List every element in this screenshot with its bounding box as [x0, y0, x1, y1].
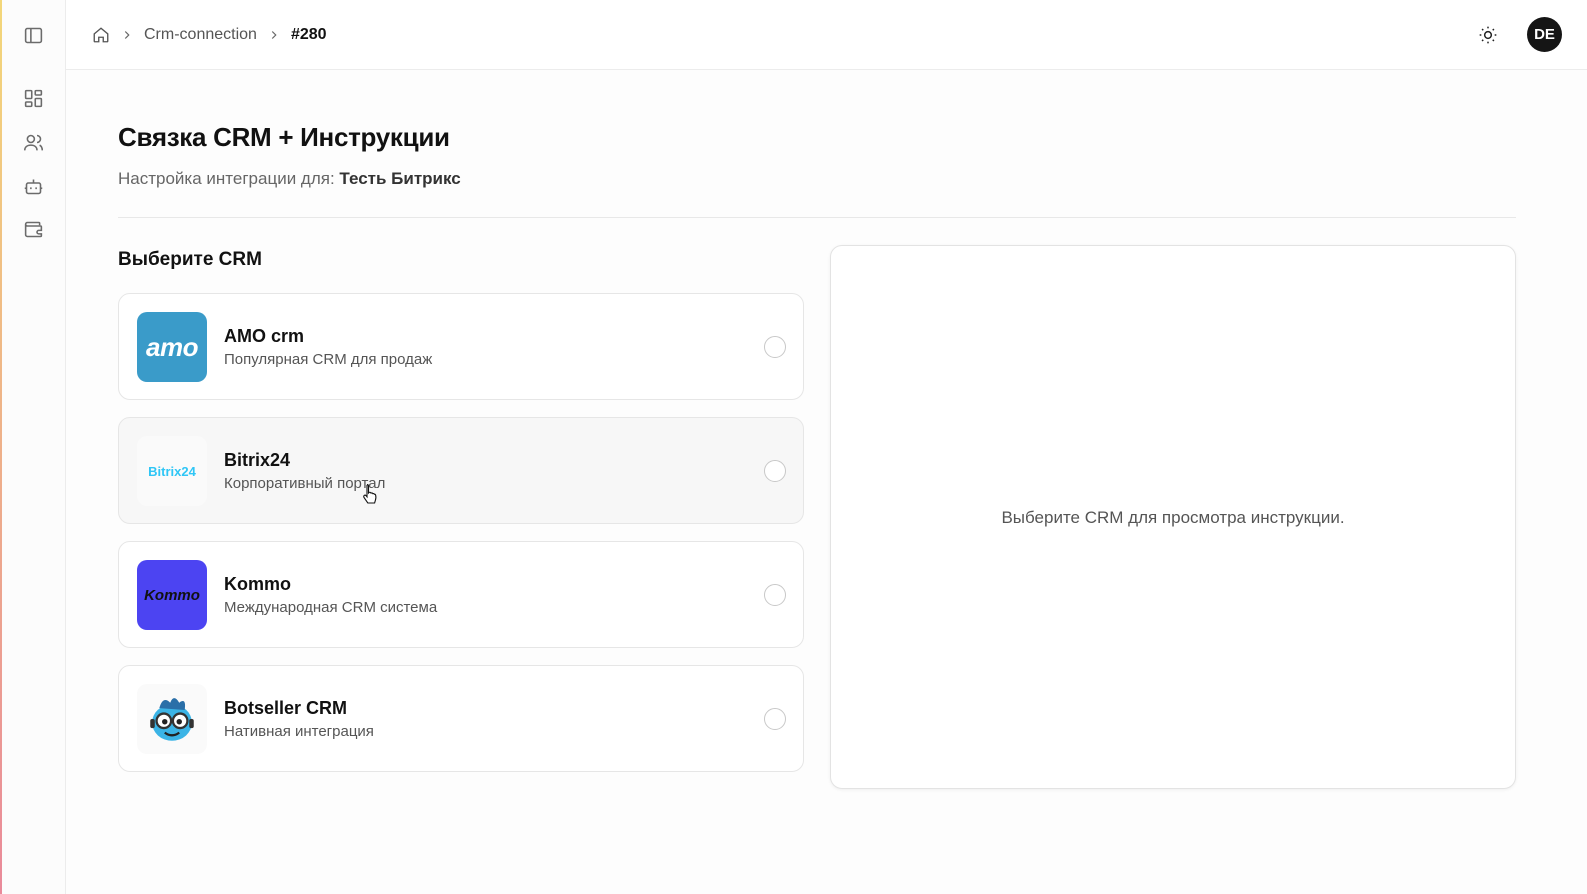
page-title: Связка CRM + Инструкции — [118, 122, 450, 152]
crm-option-bitrix24[interactable]: Bitrix24 Bitrix24 Корпоративный портал — [118, 417, 804, 524]
bitrix24-logo: Bitrix24 — [137, 436, 207, 506]
bot-icon — [23, 176, 44, 197]
breadcrumb-crm-connection[interactable]: Crm-connection — [144, 26, 257, 44]
amo-logo: amo — [137, 312, 207, 382]
crm-radio[interactable] — [764, 584, 786, 606]
botseller-logo — [137, 684, 207, 754]
sidebar-item-dashboard[interactable] — [20, 85, 46, 111]
page-subtitle: Настройка интеграции для: Тесть Битрикс — [118, 169, 461, 189]
users-icon — [23, 132, 44, 153]
sidebar-item-wallet[interactable] — [20, 216, 46, 242]
crm-option-amo[interactable]: amo AMO crm Популярная CRM для продаж — [118, 293, 804, 400]
crm-description: Корпоративный портал — [224, 475, 386, 492]
home-icon[interactable] — [92, 26, 110, 44]
topbar: Crm-connection #280 DE — [66, 0, 1587, 70]
crm-radio[interactable] — [764, 336, 786, 358]
crm-name: Kommo — [224, 574, 291, 594]
crm-description: Международная CRM система — [224, 599, 438, 616]
crm-name: Bitrix24 — [224, 450, 291, 470]
crm-description: Нативная интеграция — [224, 723, 374, 740]
preview-placeholder: Выберите CRM для просмотра инструкции. — [1001, 508, 1345, 527]
section-title: Выберите CRM — [118, 249, 262, 270]
sun-icon[interactable] — [1477, 24, 1499, 46]
subtitle-target: Тесть Битрикс — [339, 169, 461, 188]
crm-radio[interactable] — [764, 460, 786, 482]
crm-name: Botseller CRM — [224, 698, 348, 718]
crm-option-botseller[interactable]: Botseller CRM Нативная интеграция — [118, 665, 804, 772]
crm-name: AMO crm — [224, 326, 305, 346]
sidebar-toggle-icon[interactable] — [20, 22, 46, 48]
wallet-icon — [23, 219, 44, 240]
chevron-right-icon — [267, 28, 281, 42]
breadcrumb-current: #280 — [290, 25, 327, 43]
divider — [118, 217, 1516, 218]
instruction-preview-panel: Выберите CRM для просмотра инструкции. — [830, 245, 1516, 789]
dashboard-icon — [23, 88, 44, 109]
sidebar-item-users[interactable] — [20, 129, 46, 155]
avatar[interactable]: DE — [1527, 17, 1562, 52]
sidebar — [2, 0, 66, 894]
crm-radio[interactable] — [764, 708, 786, 730]
breadcrumb: Crm-connection #280 — [92, 26, 327, 44]
sidebar-item-bots[interactable] — [20, 173, 46, 199]
crm-description: Популярная CRM для продаж — [224, 351, 433, 368]
subtitle-prefix: Настройка интеграции для: — [118, 169, 335, 188]
chevron-right-icon — [120, 28, 134, 42]
crm-option-kommo[interactable]: Kommo Kommo Международная CRM система — [118, 541, 804, 648]
kommo-logo: Kommo — [137, 560, 207, 630]
